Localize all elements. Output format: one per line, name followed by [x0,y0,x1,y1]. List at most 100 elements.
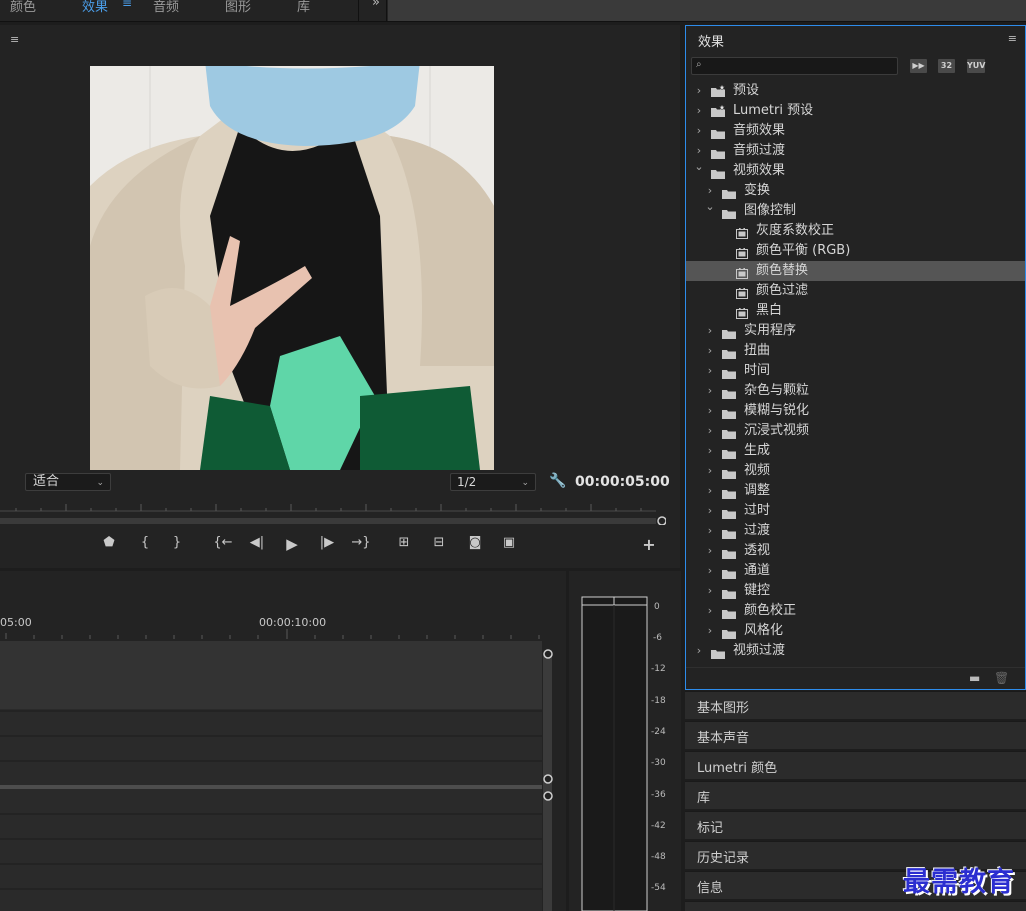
play-icon[interactable]: ▶ [281,535,303,553]
video-preview[interactable] [90,66,494,470]
panel-libraries[interactable]: 库 [685,781,1026,809]
hamburger-icon[interactable]: ≡ [10,33,19,46]
effect-folder[interactable]: › 风格化 [686,621,1025,641]
effect-folder[interactable]: › 预设 [686,81,1025,101]
workspace-tab-graphics[interactable]: 图形 [225,0,251,15]
workspace-tab-effects[interactable]: 效果 [82,0,108,15]
effect-folder[interactable]: › 视频 [686,461,1025,481]
effect-folder[interactable]: › 生成 [686,441,1025,461]
effect-folder[interactable]: › 实用程序 [686,321,1025,341]
effect-folder[interactable]: › 沉浸式视频 [686,421,1025,441]
meter-scale-label: -30 [651,758,666,768]
wrench-icon[interactable]: 🔧 [549,473,566,489]
compare-view-icon[interactable]: ▣ [498,535,520,550]
tree-item-label: 过时 [744,503,771,518]
export-frame-icon[interactable]: ◙ [464,535,486,550]
workspace-divider [386,0,387,21]
trash-icon[interactable]: 🗑 [994,671,1009,685]
effect-item[interactable]: 颜色替换 [686,261,1025,281]
video-frame-image [90,66,494,470]
step-back-icon[interactable]: ◀| [246,535,268,550]
add-marker-icon[interactable]: ⬟ [98,535,120,550]
32-bit-filter-badge[interactable]: 32 [938,59,955,73]
chevron-down-icon[interactable]: ⌄ [705,197,715,217]
chevron-down-icon[interactable]: ⌄ [694,157,704,177]
chevron-right-icon[interactable]: › [694,81,704,101]
mark-in-icon[interactable]: { [134,535,156,550]
chevron-right-icon[interactable]: › [705,541,715,561]
chevron-right-icon[interactable]: › [705,481,715,501]
new-bin-folder-icon[interactable]: ▬ [969,671,980,685]
mark-out-icon[interactable]: } [166,535,188,550]
effect-folder[interactable]: › 音频效果 [686,121,1025,141]
effect-folder[interactable]: › 杂色与颗粒 [686,381,1025,401]
monitor-time-ruler[interactable] [0,499,666,525]
workspace-tab-audio[interactable]: 音频 [153,0,179,15]
effects-search-input[interactable] [710,58,895,74]
effect-folder[interactable]: › 视频过渡 [686,641,1025,661]
panel-markers[interactable]: 标记 [685,811,1026,839]
effect-item[interactable]: 颜色过滤 [686,281,1025,301]
panel-label: 历史记录 [697,851,750,866]
effects-search[interactable]: ⌕ [691,57,898,75]
chevron-right-icon[interactable]: › [705,521,715,541]
effect-folder[interactable]: › 通道 [686,561,1025,581]
chevron-right-icon[interactable]: › [705,621,715,641]
panel-lumetri-color[interactable]: Lumetri 颜色 [685,751,1026,779]
effect-folder[interactable]: › 扭曲 [686,341,1025,361]
chevron-right-icon[interactable]: › [694,101,704,121]
fit-zoom-select[interactable]: 适合 ⌄ [25,473,111,491]
workspace-tab-libraries[interactable]: 库 [297,0,310,15]
panel-essential-sound[interactable]: 基本声音 [685,721,1026,749]
tree-item-label: 杂色与颗粒 [744,383,810,398]
effect-folder[interactable]: › 调整 [686,481,1025,501]
effect-item[interactable]: 灰度系数校正 [686,221,1025,241]
yuv-filter-badge[interactable]: YUV [967,59,985,73]
chevron-right-icon[interactable]: › [694,121,704,141]
chevron-right-icon[interactable]: › [705,441,715,461]
chevron-right-icon[interactable]: › [705,501,715,521]
effect-item[interactable]: 颜色平衡 (RGB) [686,241,1025,261]
effect-folder[interactable]: › 颜色校正 [686,601,1025,621]
chevron-right-icon[interactable]: › [705,361,715,381]
tree-item-label: 风格化 [744,623,784,638]
effect-folder[interactable]: ⌄ 图像控制 [686,200,1025,221]
chevron-right-icon[interactable]: › [694,641,704,661]
panel-more[interactable] [685,901,1026,911]
panel-essential-graphics[interactable]: 基本图形 [685,691,1026,719]
double-chevron-right-icon[interactable]: » [372,0,380,10]
effect-folder[interactable]: › 过渡 [686,521,1025,541]
extract-icon[interactable]: ⊟ [428,535,450,550]
chevron-right-icon[interactable]: › [705,561,715,581]
effect-folder[interactable]: › Lumetri 预设 [686,101,1025,121]
workspace-tab-color[interactable]: 颜色 [10,0,36,15]
chevron-right-icon[interactable]: › [705,581,715,601]
effect-folder[interactable]: › 过时 [686,501,1025,521]
effect-folder[interactable]: › 变换 [686,181,1025,201]
timeline-tracks[interactable] [0,571,566,911]
workspace-menu-icon[interactable]: ≡ [122,0,132,10]
effect-folder[interactable]: › 模糊与锐化 [686,401,1025,421]
chevron-right-icon[interactable]: › [705,401,715,421]
go-to-in-icon[interactable]: {← [212,535,234,550]
add-button-icon[interactable]: + [638,535,660,554]
step-forward-icon[interactable]: |▶ [316,535,338,550]
chevron-right-icon[interactable]: › [705,381,715,401]
effect-folder[interactable]: › 键控 [686,581,1025,601]
hamburger-icon[interactable]: ≡ [1008,32,1017,45]
chevron-right-icon[interactable]: › [705,421,715,441]
effect-item[interactable]: 黑白 [686,301,1025,321]
chevron-right-icon[interactable]: › [705,341,715,361]
effect-folder[interactable]: › 音频过渡 [686,141,1025,161]
accelerated-effects-icon[interactable]: ▶▶ [910,59,927,73]
go-to-out-icon[interactable]: →} [350,535,372,550]
effects-panel-title[interactable]: 效果 [698,31,724,50]
effect-folder[interactable]: ⌄ 视频效果 [686,160,1025,181]
chevron-right-icon[interactable]: › [705,321,715,341]
chevron-right-icon[interactable]: › [705,461,715,481]
effect-folder[interactable]: › 透视 [686,541,1025,561]
chevron-right-icon[interactable]: › [705,601,715,621]
lift-icon[interactable]: ⊞ [393,535,415,550]
effect-folder[interactable]: › 时间 [686,361,1025,381]
playback-resolution-select[interactable]: 1/2 ⌄ [450,473,536,491]
